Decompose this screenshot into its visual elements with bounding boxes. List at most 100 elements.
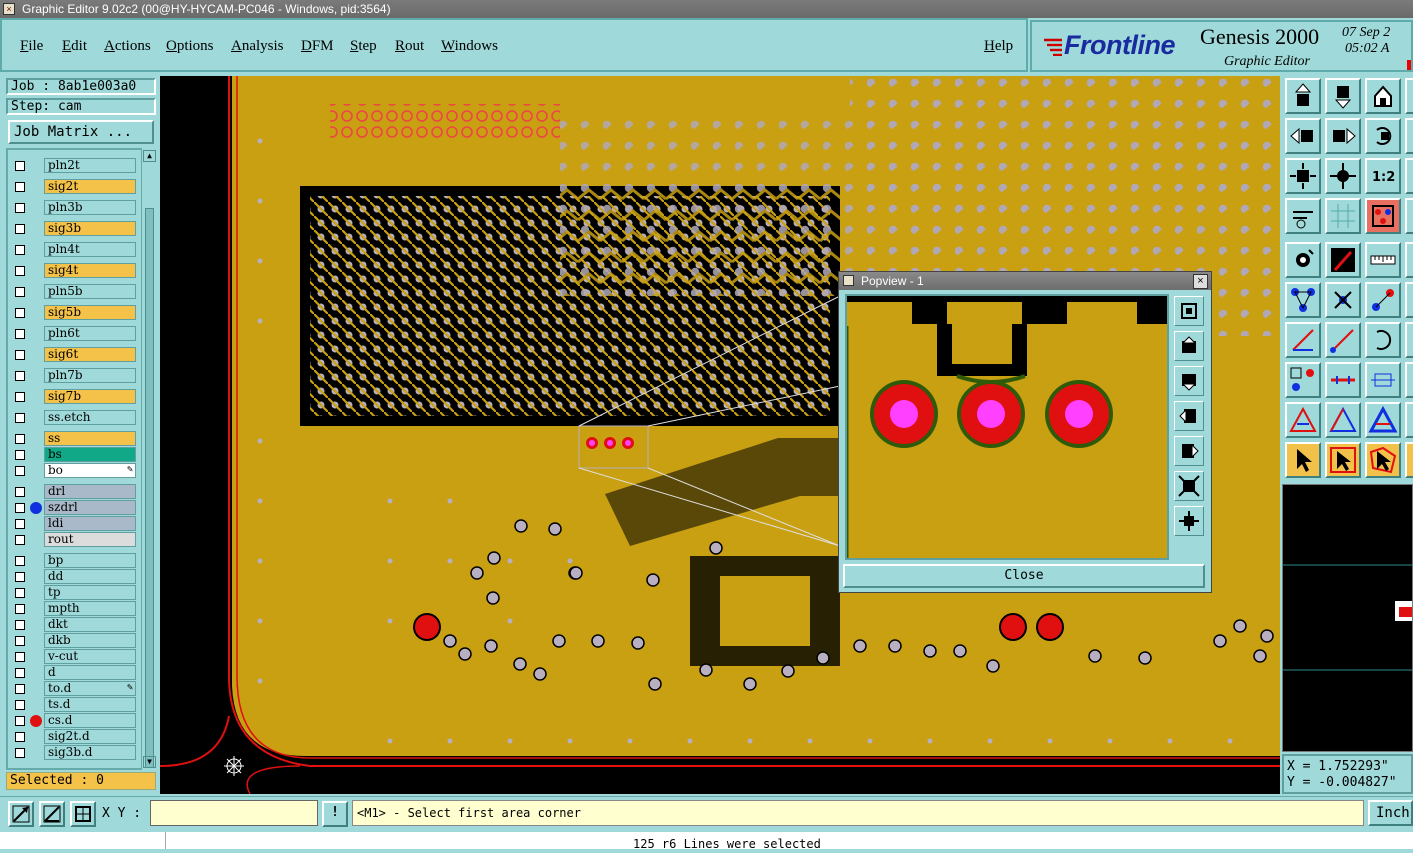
redraw-icon[interactable] (1365, 118, 1401, 154)
layer-list-scrollbar[interactable]: ▲ ▼ (141, 148, 158, 770)
layer-checkbox[interactable] (15, 329, 25, 339)
layer-checkbox[interactable] (15, 266, 25, 276)
popview-pan-left-button[interactable] (1174, 401, 1204, 431)
toolbar-overflow-icon-7[interactable] (1405, 322, 1413, 358)
menu-help[interactable]: Help (984, 38, 1013, 55)
menu-windows[interactable]: Windows (441, 38, 498, 55)
layer-name[interactable]: sig4t (44, 263, 136, 278)
delete-pad-icon[interactable] (1325, 282, 1361, 318)
popview-zoom-area[interactable] (845, 294, 1169, 560)
popview-zoom-in-button[interactable] (1174, 471, 1204, 501)
menu-analysis[interactable]: Analysis (231, 38, 284, 55)
layer-name[interactable]: pln2t (44, 158, 136, 173)
layer-row-sig2t.d[interactable]: sig2t.d (10, 729, 136, 745)
layer-row-sig5b[interactable]: sig5b (10, 305, 136, 321)
layer-name[interactable]: dd (44, 569, 136, 584)
toolbar-overflow-icon-6[interactable] (1405, 282, 1413, 318)
layer-name[interactable]: rout (44, 532, 136, 547)
layer-row-sig7b[interactable]: sig7b (10, 389, 136, 405)
layer-row-pln7b[interactable]: pln7b (10, 368, 136, 384)
menu-actions[interactable]: Actions (104, 38, 151, 55)
layer-row-pln3b[interactable]: pln3b (10, 200, 136, 216)
layer-row-tp[interactable]: tp (10, 585, 136, 601)
layer-name[interactable]: sig3b.d (44, 745, 136, 760)
layer-row-sig3b.d[interactable]: sig3b.d (10, 745, 136, 761)
dimension-icon[interactable] (1365, 362, 1401, 398)
toolbar-overflow-icon-5[interactable] (1405, 242, 1413, 278)
triangle-add-icon[interactable] (1285, 402, 1321, 438)
layer-checkbox[interactable] (15, 716, 25, 726)
scroll-up-arrow-icon[interactable]: ▲ (143, 150, 156, 162)
layer-name[interactable]: tp (44, 585, 136, 600)
toolbar-overflow-icon-2[interactable] (1405, 118, 1413, 154)
menu-edit[interactable]: Edit (62, 38, 87, 55)
layer-checkbox[interactable] (15, 308, 25, 318)
layer-name[interactable]: pln4t (44, 242, 136, 257)
scroll-thumb[interactable] (145, 208, 154, 768)
layer-name[interactable]: pln7b (44, 368, 136, 383)
layer-checkbox[interactable] (15, 503, 25, 513)
layer-name[interactable]: sig3b (44, 221, 136, 236)
layer-name[interactable]: v-cut (44, 649, 136, 664)
layer-name[interactable]: bs (44, 447, 136, 462)
layer-name[interactable]: sig5b (44, 305, 136, 320)
layer-checkbox[interactable] (15, 604, 25, 614)
layer-row-pln6t[interactable]: pln6t (10, 326, 136, 342)
layer-name[interactable]: sig6t (44, 347, 136, 362)
layer-row-sig2t[interactable]: sig2t (10, 179, 136, 195)
layer-checkbox[interactable] (15, 287, 25, 297)
triangle-edit-icon[interactable] (1325, 402, 1361, 438)
layer-checkbox[interactable] (15, 434, 25, 444)
layer-name[interactable]: sig2t (44, 179, 136, 194)
layer-checkbox[interactable] (15, 161, 25, 171)
layer-name[interactable]: ldi (44, 516, 136, 531)
layer-name[interactable]: ss (44, 431, 136, 446)
zoom-one-to-two-icon[interactable]: 1:2 (1365, 158, 1401, 194)
layer-row-ss.etch[interactable]: ss.etch (10, 410, 136, 426)
window-title-bar[interactable]: × Graphic Editor 9.02c2 (00@HY-HYCAM-PC0… (0, 0, 1413, 18)
job-matrix-button[interactable]: Job Matrix ... (8, 120, 154, 144)
move-down-icon[interactable] (1325, 78, 1361, 114)
snap-angle-icon[interactable] (39, 801, 65, 827)
toolbar-overflow-icon-4[interactable] (1405, 198, 1413, 234)
layer-checkbox[interactable] (15, 466, 25, 476)
add-arc-icon[interactable] (1365, 322, 1401, 358)
layer-display-icon[interactable] (1365, 198, 1401, 234)
layer-row-szdrl[interactable]: szdrl (10, 500, 136, 516)
layer-checkbox[interactable] (15, 413, 25, 423)
layer-row-dd[interactable]: dd (10, 569, 136, 585)
edit-line-icon[interactable] (1325, 322, 1361, 358)
layer-name[interactable]: dkt (44, 617, 136, 632)
layer-name[interactable]: to.d (44, 681, 136, 696)
layer-row-bs[interactable]: bs (10, 447, 136, 463)
popview-window[interactable]: Popview - 1 × Close (838, 271, 1212, 593)
menu-options[interactable]: Options (166, 38, 214, 55)
layer-checkbox[interactable] (15, 652, 25, 662)
layer-name[interactable]: pln6t (44, 326, 136, 341)
layer-checkbox[interactable] (15, 203, 25, 213)
popview-pan-right-button[interactable] (1174, 436, 1204, 466)
grid-icon[interactable] (1325, 198, 1361, 234)
overview-minimap[interactable] (1282, 484, 1413, 752)
layer-checkbox[interactable] (15, 371, 25, 381)
layer-checkbox[interactable] (15, 620, 25, 630)
xy-input[interactable] (150, 800, 318, 826)
layer-name[interactable]: d (44, 665, 136, 680)
zoom-fit-icon[interactable] (1325, 158, 1361, 194)
layer-row-ldi[interactable]: ldi (10, 516, 136, 532)
zoom-home-icon[interactable] (1285, 158, 1321, 194)
select-polygon-pointer-icon[interactable] (1365, 442, 1401, 478)
layer-name[interactable]: ss.etch (44, 410, 136, 425)
menu-dfm[interactable]: DFM (301, 38, 334, 55)
layer-row-to.d[interactable]: to.d ✎ (10, 681, 136, 697)
layer-row-ss[interactable]: ss (10, 431, 136, 447)
layer-checkbox[interactable] (15, 732, 25, 742)
move-right-icon[interactable] (1325, 118, 1361, 154)
popview-zoom-out-button[interactable] (1174, 506, 1204, 536)
popview-close-icon[interactable]: × (1193, 274, 1208, 289)
toolbar-overflow-icon-10[interactable] (1405, 442, 1413, 478)
measure-ruler-icon[interactable] (1365, 242, 1401, 278)
toolbar-overflow-icon[interactable] (1405, 78, 1413, 114)
triangle-fill-icon[interactable] (1365, 402, 1401, 438)
layer-checkbox[interactable] (15, 700, 25, 710)
